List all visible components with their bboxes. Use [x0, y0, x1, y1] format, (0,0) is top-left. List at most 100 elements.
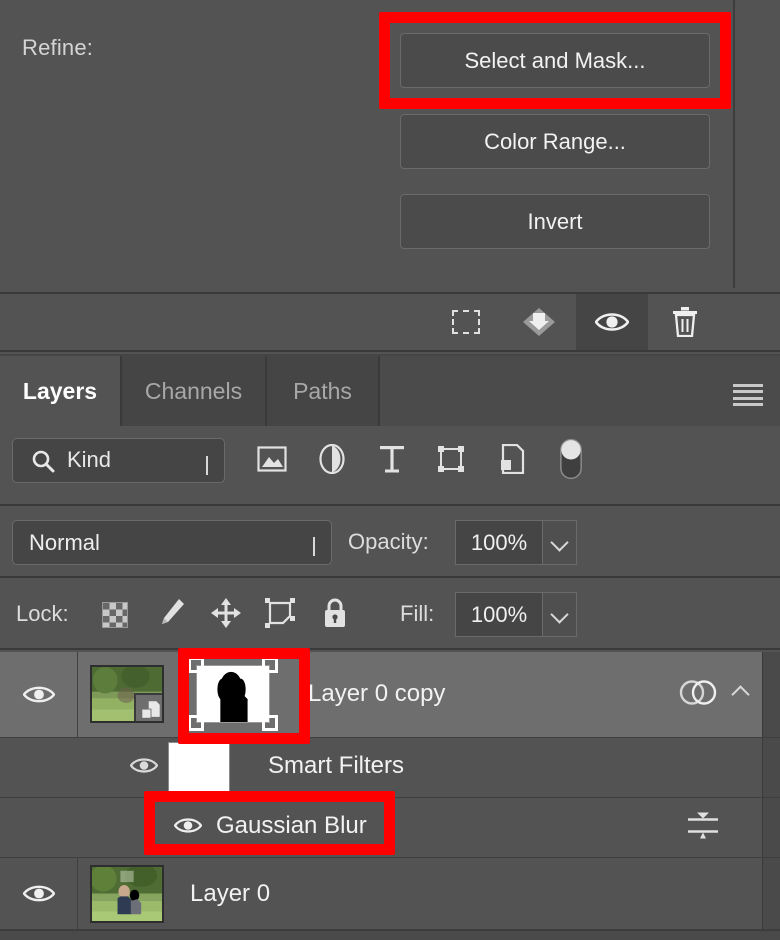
filter-kind-dropdown[interactable]: Kind [12, 438, 225, 483]
blend-mode-dropdown[interactable]: Normal [12, 520, 332, 565]
blend-mode-value: Normal [29, 530, 100, 555]
gaussian-blur-visibility-toggle[interactable] [173, 816, 203, 840]
panel-bottom-strip [0, 930, 780, 940]
tab-bar-empty-space [380, 356, 780, 426]
blend-mode-row: Normal Opacity: 100% [0, 508, 780, 578]
delete-mask-icon [672, 307, 698, 338]
filter-pixel-layers-icon [257, 445, 287, 477]
lock-image-pixels-icon [156, 597, 186, 634]
menu-line [733, 396, 763, 400]
apply-mask-button[interactable] [503, 294, 575, 350]
lock-row: Lock: Fill: 100% [0, 580, 780, 650]
refine-label: Refine: [22, 35, 94, 60]
tab-layers[interactable]: Layers [0, 356, 122, 426]
eye-icon [22, 885, 55, 902]
layer-0-row-content: Layer 0 [78, 858, 780, 929]
smart-filters-row-content: Smart Filters [78, 738, 780, 797]
filter-shape-layers-button[interactable] [431, 440, 471, 482]
smart-filter-mask-thumbnail[interactable] [168, 742, 230, 796]
filter-type-layers-button[interactable] [372, 440, 412, 482]
menu-line [733, 402, 763, 406]
lock-label: Lock: [16, 601, 69, 626]
toggle-mask-visibility-icon [594, 311, 630, 333]
panel-scrollbar[interactable] [762, 652, 780, 737]
opacity-input[interactable]: 100% [455, 520, 543, 565]
fill-label: Fill: [400, 601, 435, 626]
mask-toolbar [0, 292, 780, 352]
filter-shape-layers-icon [437, 445, 465, 478]
layer-name-smart-filters[interactable]: Smart Filters [268, 752, 404, 780]
apply-mask-icon [521, 306, 557, 338]
thumbnail-artwork [92, 867, 162, 921]
chevron-up-icon [730, 685, 750, 704]
lock-artboard-nesting-icon [265, 597, 295, 633]
layer-name-layer-0-copy[interactable]: Layer 0 copy [308, 680, 445, 708]
layer-row-content: Layer 0 copy [78, 652, 780, 737]
layer-thumbnail-layer-0-copy[interactable] [90, 665, 164, 723]
filter-adjustment-layers-button[interactable] [312, 440, 352, 482]
lock-transparent-pixels-button[interactable] [94, 594, 136, 636]
menu-line [733, 390, 763, 394]
lock-transparent-pixels-icon [102, 602, 128, 628]
layer-row-layer-0[interactable]: Layer 0 [0, 858, 780, 930]
delete-mask-button[interactable] [649, 294, 721, 350]
layer-collapse-toggle[interactable] [718, 652, 762, 737]
filter-smart-object-layers-icon [499, 443, 525, 479]
smart-object-badge-icon [134, 693, 162, 721]
menu-line [733, 384, 763, 387]
layer-visibility-toggle-layer-0-copy[interactable] [0, 652, 78, 737]
tab-paths[interactable]: Paths [267, 356, 380, 426]
toggle-mask-visibility-button[interactable] [576, 294, 648, 350]
filter-enable-toggle[interactable] [551, 438, 591, 482]
fill-input[interactable]: 100% [455, 592, 543, 637]
layer-thumbnail-layer-0[interactable] [90, 865, 164, 923]
gaussian-blur-spacer [0, 798, 78, 857]
tab-channels[interactable]: Channels [122, 356, 267, 426]
eye-icon [22, 686, 55, 703]
opacity-label: Opacity: [348, 529, 429, 554]
panel-scrollbar[interactable] [762, 858, 780, 929]
layer-row-layer-0-copy[interactable]: Layer 0 copy [0, 652, 780, 738]
load-selection-from-mask-button[interactable] [430, 294, 502, 350]
eye-icon [173, 817, 203, 833]
fill-dropdown-button[interactable] [543, 592, 577, 637]
chevron-down-icon [313, 537, 315, 556]
toggle-switch-icon [559, 437, 583, 486]
layer-filter-row: Kind [0, 426, 780, 506]
panel-scrollbar[interactable] [762, 798, 780, 857]
select-and-mask-button[interactable]: Select and Mask... [400, 33, 710, 88]
filter-smart-object-layers-button[interactable] [492, 440, 532, 482]
load-selection-from-mask-icon [452, 310, 480, 334]
eye-icon [129, 757, 159, 773]
layer-mask-thumbnail-layer-0-copy[interactable] [188, 657, 278, 731]
lock-all-button[interactable] [314, 594, 356, 636]
layer-visibility-toggle-layer-0[interactable] [0, 858, 78, 929]
refine-section-body: Refine: Select and Mask... Color Range..… [0, 0, 735, 288]
lock-all-icon [322, 597, 348, 634]
lock-position-button[interactable] [205, 594, 247, 636]
filter-adjustment-layers-icon [319, 443, 345, 479]
layer-name-layer-0[interactable]: Layer 0 [190, 880, 270, 908]
chevron-down-icon [206, 456, 208, 475]
lock-image-pixels-button[interactable] [150, 594, 192, 636]
invert-button[interactable]: Invert [400, 194, 710, 249]
layer-row-smart-filters[interactable]: Smart Filters [0, 738, 780, 798]
opacity-dropdown-button[interactable] [543, 520, 577, 565]
filter-type-layers-icon [379, 444, 405, 479]
layer-name-gaussian-blur[interactable]: Gaussian Blur [216, 812, 367, 840]
color-range-button[interactable]: Color Range... [400, 114, 710, 169]
blending-options-icon[interactable] [686, 810, 720, 845]
mask-selected-brackets [188, 657, 278, 731]
smart-filters-visibility-toggle[interactable] [129, 756, 159, 780]
smart-filters-spacer [0, 738, 78, 797]
panel-menu-icon[interactable] [733, 384, 763, 406]
panel-scrollbar[interactable] [762, 738, 780, 797]
panel-tab-bar: Layers Channels Paths [0, 354, 780, 426]
search-icon [31, 449, 55, 473]
filter-pixel-layers-button[interactable] [252, 440, 292, 482]
refine-section: Refine: Select and Mask... Color Range..… [0, 0, 780, 290]
layer-row-gaussian-blur[interactable]: Gaussian Blur [0, 798, 780, 858]
filter-kind-label: Kind [67, 447, 112, 472]
smart-filters-icon[interactable] [678, 676, 718, 713]
lock-artboard-nesting-button[interactable] [259, 594, 301, 636]
